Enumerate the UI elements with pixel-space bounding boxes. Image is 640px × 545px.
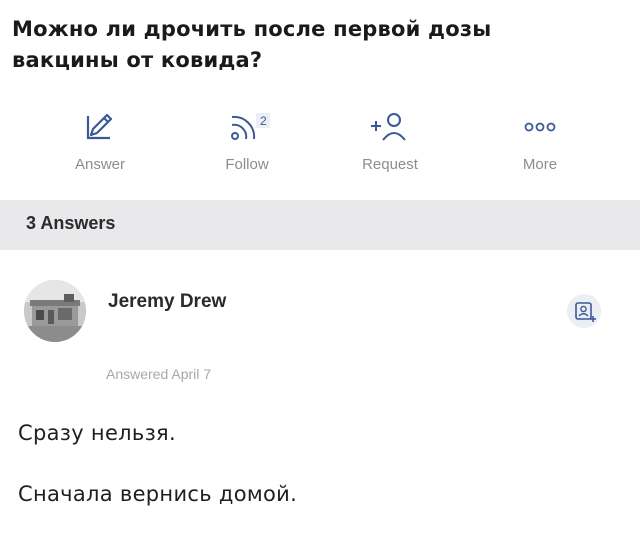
answer-text-line: Сначала вернись домой. (18, 482, 298, 506)
answers-count-label: 3 Answers (26, 213, 116, 233)
request-button[interactable]: Request (330, 110, 450, 180)
follow-button[interactable]: 2 Follow (187, 110, 307, 180)
add-person-icon (371, 113, 406, 141)
answers-count-header: 3 Answers (0, 200, 640, 250)
rss-icon: 2 (231, 113, 270, 140)
answered-date: Answered April 7 (106, 366, 212, 382)
pencil-icon (86, 113, 113, 140)
action-bar: Answer 2 Follow Request More (0, 100, 640, 190)
user-card-button[interactable] (567, 294, 601, 328)
request-label: Request (362, 156, 418, 173)
answer-label: Answer (74, 156, 126, 173)
answer-text-line: Сразу нельзя. (18, 421, 176, 445)
author-name[interactable]: Jeremy Drew (108, 291, 226, 313)
user-card-icon (575, 302, 596, 322)
follow-count: 2 (260, 114, 267, 128)
answer-button[interactable]: Answer (40, 110, 160, 180)
more-button[interactable]: More (480, 110, 600, 180)
more-label: More (522, 156, 558, 173)
more-dots-icon (524, 122, 556, 132)
avatar-photo-icon (24, 280, 86, 342)
question-title: Можно ли дрочить после первой дозы вакци… (12, 17, 492, 72)
follow-label: Follow (225, 156, 269, 173)
avatar[interactable] (24, 280, 86, 342)
